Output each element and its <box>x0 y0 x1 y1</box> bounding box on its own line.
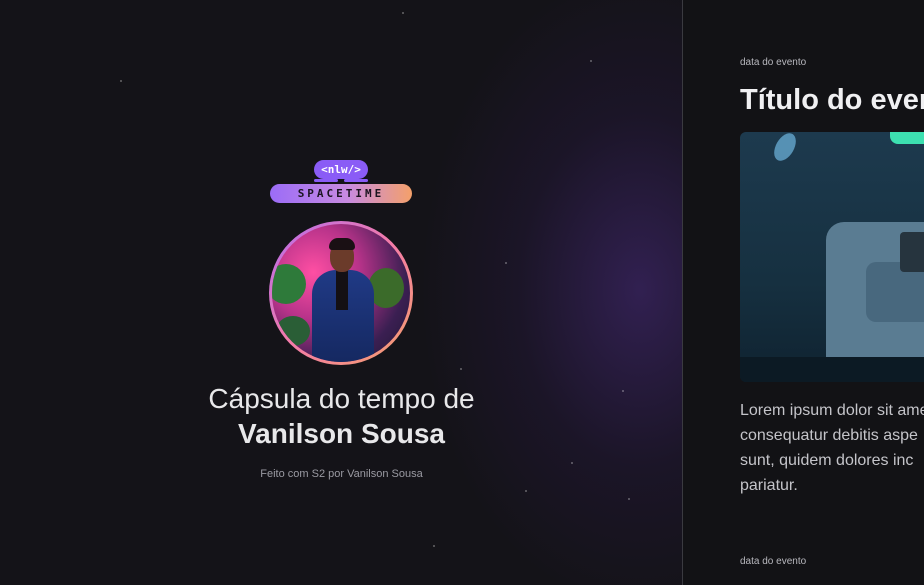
memory-description: Lorem ipsum dolor sit amet consequatur d… <box>740 398 924 498</box>
next-memory-date: data do evento <box>740 556 807 567</box>
nlw-spacetime-logo: <nlw/> SPACETIME <box>270 160 412 204</box>
description-line: sunt, quidem dolores inc <box>740 452 914 469</box>
avatar <box>269 221 413 365</box>
footer-credit: Feito com S2 por Vanilson Sousa <box>260 468 423 480</box>
memory-image <box>740 132 924 382</box>
user-name: Vanilson Sousa <box>238 418 445 449</box>
capsule-heading: Cápsula do tempo de <box>208 383 475 414</box>
memories-panel[interactable]: data do evento Título do evento Lorem ip… <box>684 0 924 585</box>
description-line: consequatur debitis aspe <box>740 427 918 444</box>
memory-date: data do evento <box>740 57 807 68</box>
avatar-photo <box>272 224 410 362</box>
logo-connector <box>314 179 368 183</box>
logo-name: SPACETIME <box>270 184 412 203</box>
description-line: Lorem ipsum dolor sit amet <box>740 402 924 419</box>
memory-title: Título do evento <box>740 84 924 116</box>
description-line: pariatur. <box>740 477 798 494</box>
left-panel: <nlw/> SPACETIME Cápsula do tempo de Van… <box>0 0 683 585</box>
logo-tag: <nlw/> <box>314 160 368 179</box>
